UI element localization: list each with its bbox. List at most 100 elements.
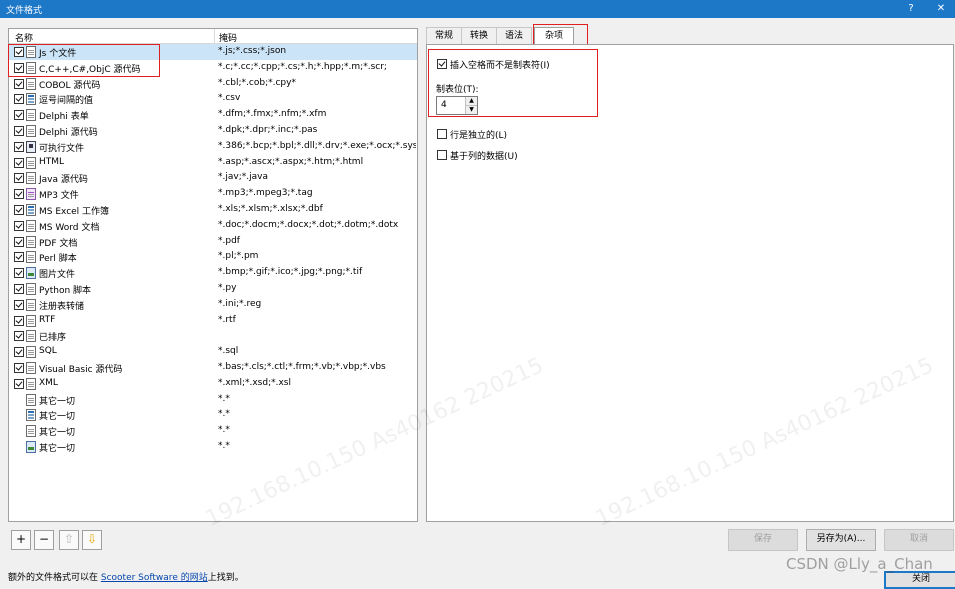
row-checkbox[interactable] [14, 173, 24, 184]
tab-stop-value[interactable]: 4 [441, 100, 447, 110]
row-checkbox[interactable] [14, 347, 24, 358]
row-checkbox[interactable] [14, 47, 24, 57]
row-checkbox[interactable] [14, 362, 24, 373]
row-name: HTML [39, 156, 65, 167]
list-item[interactable]: 可执行文件 *.386;*.bcp;*.bpl;*.dll;*.drv;*.exe… [9, 139, 417, 155]
row-mask: *.pdf [218, 235, 240, 246]
row-name: Js 个文件 [39, 49, 77, 59]
column-header-name[interactable]: 名称 [15, 31, 33, 44]
list-item[interactable]: COBOL 源代码 *.cbl;*.cob;*.cpy* [9, 76, 417, 92]
image-icon [26, 440, 36, 453]
row-mask: *.386;*.bcp;*.bpl;*.dll;*.drv;*.exe;*.oc… [218, 140, 416, 151]
row-mask: *.bmp;*.gif;*.ico;*.jpg;*.png;*.tif [218, 267, 363, 278]
list-item[interactable]: MS Excel 工作簿 *.xls;*.xlsm;*.xlsx;*.dbf [9, 202, 417, 218]
list-item[interactable]: PDF 文档 *.pdf [9, 234, 417, 250]
row-mask: *.doc;*.docm;*.docx;*.dot;*.dotm;*.dotx [218, 219, 399, 230]
row-checkbox[interactable] [14, 141, 24, 152]
list-item[interactable]: Python 脚本 *.py [9, 281, 417, 297]
row-checkbox[interactable] [14, 204, 24, 215]
spin-down-icon[interactable]: ▼ [466, 106, 477, 114]
row-name: XML [39, 377, 58, 388]
tab-stop-label: 制表位(T): [436, 85, 479, 95]
row-checkbox[interactable] [14, 299, 24, 310]
row-name: MS Excel 工作簿 [39, 206, 110, 217]
list-item[interactable]: 注册表转储 *.ini;*.reg [9, 297, 417, 313]
row-name: Visual Basic 源代码 [39, 364, 123, 375]
tab-syntax[interactable]: 语法 [496, 27, 532, 44]
file-icon [26, 346, 36, 359]
list-item[interactable]: Visual Basic 源代码 *.bas;*.cls;*.ctl;*.frm;… [9, 360, 417, 376]
row-checkbox[interactable] [14, 315, 24, 326]
footer-text: 额外的文件格式可以在 Scooter Software 的网站上找到。 [8, 570, 244, 583]
row-mask: *.xls;*.xlsm;*.xlsx;*.dbf [218, 203, 323, 214]
row-name: 图片文件 [39, 270, 76, 281]
list-item[interactable]: Delphi 表单 *.dfm;*.fmx;*.nfm;*.xfm [9, 107, 417, 123]
list-item[interactable]: RTF *.rtf [9, 313, 417, 329]
tab-conversion[interactable]: 转换 [461, 27, 497, 44]
list-item[interactable]: 其它一切 *.* [9, 392, 417, 408]
file-icon [26, 361, 36, 374]
row-checkbox[interactable] [14, 157, 24, 168]
tab-misc[interactable]: 杂项 [534, 27, 574, 45]
list-item[interactable]: 逗号间隔的值 *.csv [9, 91, 417, 107]
column-based-checkbox[interactable] [437, 150, 447, 160]
row-mask: *.sql [218, 346, 239, 357]
list-item[interactable]: HTML *.asp;*.ascx;*.aspx;*.htm;*.html [9, 155, 417, 171]
spin-up-icon[interactable]: ▲ [466, 97, 477, 106]
help-button[interactable]: ? [898, 1, 924, 17]
list-item[interactable]: MP3 文件 *.mp3;*.mpeg3;*.tag [9, 186, 417, 202]
list-item[interactable]: SQL *.sql [9, 344, 417, 360]
grid-icon [26, 203, 36, 216]
list-item[interactable]: MS Word 文档 *.doc;*.docm;*.docx;*.dot;*.do… [9, 218, 417, 234]
remove-button[interactable]: − [34, 530, 54, 550]
row-name: RTF [39, 314, 56, 325]
row-checkbox[interactable] [14, 283, 24, 294]
row-checkbox[interactable] [14, 189, 24, 200]
window-close-button[interactable]: ✕ [928, 1, 954, 17]
row-mask: *.js;*.css;*.json [218, 46, 287, 56]
list-item[interactable]: Perl 脚本 *.pl;*.pm [9, 249, 417, 265]
close-button[interactable]: 关闭 [884, 571, 955, 589]
file-icon [26, 172, 36, 185]
save-as-button[interactable]: 另存为(A)... [806, 529, 876, 551]
column-header-mask[interactable]: 掩码 [219, 31, 237, 44]
row-checkbox[interactable] [14, 220, 24, 231]
row-mask: *.csv [218, 93, 241, 104]
tab-general[interactable]: 常规 [426, 27, 462, 44]
list-item[interactable]: 图片文件 *.bmp;*.gif;*.ico;*.jpg;*.png;*.tif [9, 265, 417, 281]
list-item[interactable]: 其它一切 *.* [9, 407, 417, 423]
row-checkbox[interactable] [14, 331, 24, 342]
list-item[interactable]: Java 源代码 *.jav;*.java [9, 170, 417, 186]
line-independent-checkbox[interactable] [437, 129, 447, 139]
move-down-button[interactable]: ⇩ [82, 530, 102, 550]
insert-spaces-checkbox[interactable] [437, 59, 447, 69]
add-button[interactable]: + [11, 530, 31, 550]
row-name: Python 脚本 [39, 285, 92, 296]
row-checkbox[interactable] [14, 62, 24, 73]
row-checkbox[interactable] [14, 125, 24, 136]
list-item[interactable]: XML *.xml;*.xsd;*.xsl [9, 376, 417, 392]
tab-stop-spinner[interactable]: 4 ▲ ▼ [436, 96, 478, 115]
row-checkbox[interactable] [14, 94, 24, 105]
column-based-label: 基于列的数据(U) [450, 152, 518, 162]
row-checkbox[interactable] [14, 236, 24, 247]
row-mask: *.ini;*.reg [218, 298, 262, 309]
move-up-button[interactable]: ⇧ [59, 530, 79, 550]
row-mask: *.* [218, 393, 230, 404]
row-name: 逗号间隔的值 [39, 96, 94, 107]
list-item[interactable]: Delphi 源代码 *.dpk;*.dpr;*.inc;*.pas [9, 123, 417, 139]
row-checkbox[interactable] [14, 268, 24, 279]
row-checkbox[interactable] [14, 252, 24, 263]
list-item[interactable]: Js 个文件 *.js;*.css;*.json [9, 44, 417, 60]
cancel-button[interactable]: 取消 [884, 529, 954, 551]
save-button[interactable]: 保存 [728, 529, 798, 551]
row-checkbox[interactable] [14, 378, 24, 389]
row-mask: *.* [218, 409, 230, 420]
list-item[interactable]: 已排序 [9, 328, 417, 344]
column-separator[interactable] [214, 29, 215, 43]
row-checkbox[interactable] [14, 110, 24, 121]
row-checkbox[interactable] [14, 78, 24, 89]
list-item[interactable]: C,C++,C#,ObjC 源代码 *.c;*.cc;*.cpp;*.cs;*.h… [9, 60, 417, 76]
spinner-buttons: ▲ ▼ [465, 97, 477, 114]
file-icon [26, 314, 36, 327]
